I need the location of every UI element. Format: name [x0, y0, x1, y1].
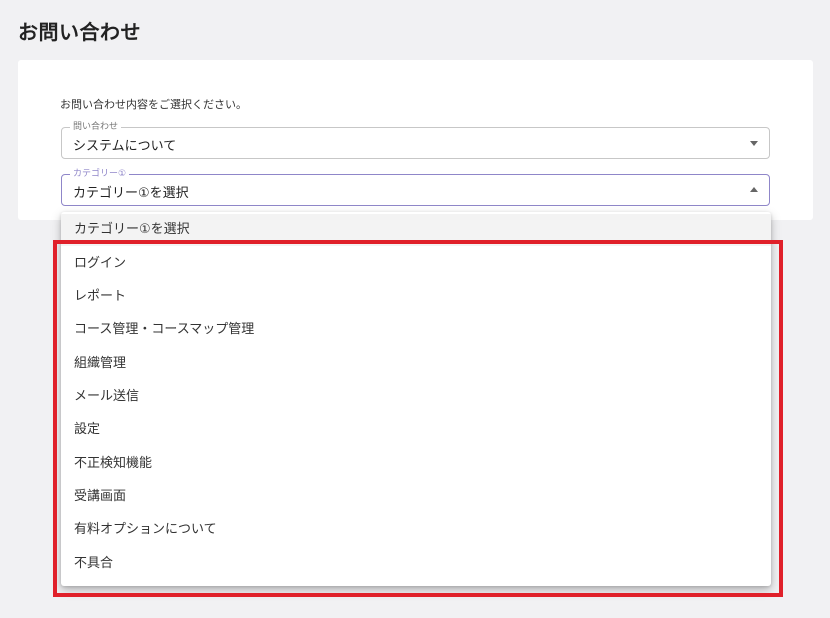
dropdown-option-fraud-detection[interactable]: 不正検知機能 — [61, 447, 771, 480]
chevron-down-icon — [750, 141, 758, 146]
category-select[interactable]: カテゴリー① カテゴリー①を選択 — [61, 168, 770, 206]
dropdown-option-login[interactable]: ログイン — [61, 247, 771, 280]
dropdown-option-placeholder[interactable]: カテゴリー①を選択 — [61, 214, 771, 246]
inquiry-select-label: 問い合わせ — [70, 121, 122, 133]
dropdown-option-course-screen[interactable]: 受講画面 — [61, 480, 771, 513]
chevron-up-icon — [750, 187, 758, 192]
inquiry-select-value: システムについて — [73, 139, 177, 154]
dropdown-option-paid-options[interactable]: 有料オプションについて — [61, 513, 771, 546]
dropdown-option-report[interactable]: レポート — [61, 280, 771, 313]
category-dropdown-menu: カテゴリー①を選択 ログイン レポート コース管理・コースマップ管理 組織管理 … — [61, 212, 771, 586]
dropdown-option-settings[interactable]: 設定 — [61, 413, 771, 446]
dropdown-option-defect[interactable]: 不具合 — [61, 547, 771, 580]
dropdown-option-email[interactable]: メール送信 — [61, 380, 771, 413]
dropdown-option-organization[interactable]: 組織管理 — [61, 347, 771, 380]
dropdown-option-course-management[interactable]: コース管理・コースマップ管理 — [61, 313, 771, 346]
category-select-value: カテゴリー①を選択 — [73, 186, 189, 201]
form-instruction: お問い合わせ内容をご選択ください。 — [60, 98, 247, 111]
inquiry-select[interactable]: 問い合わせ システムについて — [61, 121, 770, 159]
category-select-label: カテゴリー① — [70, 168, 130, 180]
page-title: お問い合わせ — [18, 20, 141, 44]
